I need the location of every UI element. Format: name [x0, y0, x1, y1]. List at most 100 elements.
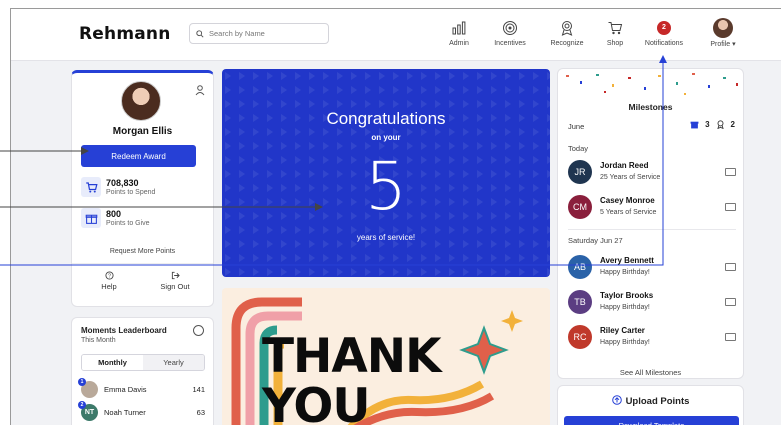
profile-card: Morgan Ellis Redeem Award 708,830 Points…	[71, 70, 214, 307]
sign-out-icon	[171, 271, 180, 280]
milestone-detail: Happy Birthday!	[600, 269, 650, 276]
points-to-give: 800 Points to Give	[81, 208, 201, 228]
years-number: 5	[365, 148, 407, 225]
upload-points-card: Upload Points Download Template	[557, 385, 744, 425]
sign-out-label: Sign Out	[160, 282, 190, 291]
avatar: RC	[568, 325, 592, 349]
section-later: Saturday Jun 27	[568, 236, 623, 245]
points-give-label: Points to Give	[106, 219, 150, 227]
divider	[72, 263, 213, 264]
section-today: Today	[568, 144, 589, 153]
nav-admin-label: Admin	[449, 40, 469, 47]
milestone-row[interactable]: TB Taylor Brooks Happy Birthday!	[568, 290, 736, 314]
thank-you-text: THANK YOU	[262, 329, 442, 425]
help-button[interactable]: ? Help	[84, 271, 134, 291]
send-card-icon[interactable]	[725, 263, 736, 271]
rank-badge: 1	[78, 378, 86, 386]
thank-line-2: YOU	[262, 379, 370, 425]
nav-notifications-label: Notifications	[644, 40, 684, 47]
milestone-row[interactable]: JR Jordan Reed 25 Years of Service	[568, 160, 736, 184]
nav-profile[interactable]: Profile ▾	[697, 18, 749, 48]
points-give-value: 800	[106, 208, 122, 219]
request-more-points-link[interactable]: Request More Points	[72, 248, 213, 255]
cart-icon	[608, 22, 623, 35]
award-icon	[561, 21, 573, 36]
leaderboard-name: Emma Davis	[104, 385, 147, 394]
award-icon	[716, 120, 724, 129]
target-icon	[503, 21, 517, 35]
nav-incentives[interactable]: Incentives	[484, 18, 536, 47]
leaderboard-toggle: Monthly Yearly	[81, 354, 205, 371]
milestones-card: Milestones June 3 2 Today JR Jordan Reed…	[557, 68, 744, 379]
milestone-name: Jordan Reed	[600, 161, 649, 170]
nav-admin[interactable]: Admin	[433, 18, 485, 47]
congrats-title: Congratulations	[326, 109, 446, 128]
bar-chart-icon	[452, 21, 466, 35]
tab-yearly[interactable]: Yearly	[143, 355, 204, 370]
milestone-detail: Happy Birthday!	[600, 304, 650, 311]
gift-count: 3	[705, 120, 710, 129]
nav-recognize[interactable]: Recognize	[541, 18, 593, 47]
sign-out-button[interactable]: Sign Out	[150, 271, 200, 291]
milestone-row[interactable]: AB Avery Bennett Happy Birthday!	[568, 255, 736, 279]
upload-title: Upload Points	[558, 395, 743, 407]
nav-profile-label: Profile ▾	[710, 41, 736, 48]
nav-notifications[interactable]: 2 Notifications	[638, 18, 690, 47]
points-to-spend: 708,830 Points to Spend	[81, 177, 201, 197]
search-input[interactable]	[209, 29, 324, 38]
congrats-on-your: on your	[371, 133, 401, 142]
redeem-award-button[interactable]: Redeem Award	[81, 145, 196, 167]
avatar-initials: NT	[84, 409, 95, 416]
rank-badge: 2	[78, 401, 86, 409]
help-icon: ?	[104, 271, 114, 280]
info-icon[interactable]	[193, 325, 204, 336]
nav-incentives-label: Incentives	[494, 40, 526, 47]
send-card-icon[interactable]	[725, 168, 736, 176]
user-name: Morgan Ellis	[112, 126, 173, 137]
top-navigation-bar: Rehmann Admin Incentives Recognize Shop …	[11, 9, 781, 61]
nav-shop-label: Shop	[606, 40, 624, 47]
tab-monthly[interactable]: Monthly	[82, 355, 143, 370]
milestone-row[interactable]: CM Casey Monroe 5 Years of Service	[568, 195, 736, 219]
thank-you-card: THANK YOU	[222, 288, 550, 425]
points-spend-value: 708,830	[106, 177, 139, 188]
avatar: TB	[568, 290, 592, 314]
milestone-row[interactable]: RC Riley Carter Happy Birthday!	[568, 325, 736, 349]
nav-recognize-label: Recognize	[550, 40, 584, 47]
send-card-icon[interactable]	[725, 203, 736, 211]
leaderboard-row[interactable]: NT 2 Noah Turner 63	[78, 401, 205, 421]
years-of-service-label: years of service!	[356, 233, 416, 242]
points-spend-label: Points to Spend	[106, 188, 156, 196]
milestone-name: Riley Carter	[600, 326, 645, 335]
award-count: 2	[730, 120, 735, 129]
user-icon[interactable]	[194, 84, 206, 96]
milestones-title: Milestones	[628, 102, 673, 112]
search-icon	[196, 29, 204, 38]
brand-logo[interactable]: Rehmann	[79, 24, 171, 44]
service-anniversary-card: Congratulations on your 5 years of servi…	[222, 69, 550, 277]
milestone-detail: 5 Years of Service	[600, 209, 657, 216]
leaderboard-row[interactable]: 1 Emma Davis 141	[78, 378, 205, 398]
gift-icon	[85, 214, 97, 224]
avatar: AB	[568, 255, 592, 279]
leaderboard-name: Noah Turner	[104, 408, 146, 417]
svg-text:?: ?	[108, 273, 111, 279]
milestone-name: Taylor Brooks	[600, 291, 654, 300]
send-card-icon[interactable]	[725, 298, 736, 306]
leaderboard-score: 141	[192, 385, 205, 394]
notification-count-badge: 2	[657, 21, 671, 35]
gift-icon	[690, 121, 699, 129]
thank-line-1: THANK	[262, 329, 442, 384]
leaderboard-score: 63	[196, 408, 205, 417]
download-template-button[interactable]: Download Template	[564, 416, 739, 425]
profile-avatar	[713, 18, 733, 38]
nav-shop[interactable]: Shop	[589, 18, 641, 47]
search-box[interactable]	[189, 23, 329, 44]
help-label: Help	[101, 282, 117, 291]
leaderboard-card: Moments Leaderboard This Month Monthly Y…	[71, 317, 214, 425]
send-card-icon[interactable]	[725, 333, 736, 341]
milestone-name: Casey Monroe	[600, 196, 655, 205]
avatar: JR	[568, 160, 592, 184]
leaderboard-title: Moments Leaderboard	[81, 326, 167, 335]
see-all-milestones-link[interactable]: See All Milestones	[558, 368, 743, 377]
